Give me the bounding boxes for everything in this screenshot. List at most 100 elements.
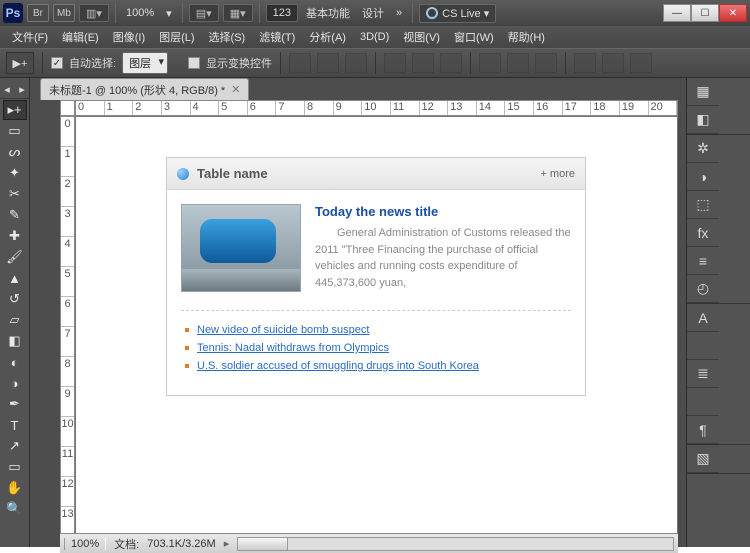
news-link[interactable]: U.S. soldier accused of smuggling drugs … bbox=[197, 360, 479, 372]
zoom-readout[interactable]: 100% bbox=[122, 7, 158, 19]
align-btn-2[interactable] bbox=[317, 53, 339, 73]
align-btn-3[interactable] bbox=[345, 53, 367, 73]
menu-help[interactable]: 帮助(H) bbox=[502, 27, 551, 47]
crop-tool[interactable]: ✂ bbox=[3, 184, 27, 204]
horizontal-scrollbar[interactable] bbox=[237, 537, 674, 551]
panel-swatches-icon[interactable]: ▦ bbox=[687, 78, 719, 106]
document-tab-close-icon[interactable]: ✕ bbox=[231, 83, 240, 96]
panel-masks-icon[interactable]: ◑ bbox=[687, 163, 719, 191]
guides-dropdown[interactable]: ▦▾ bbox=[223, 4, 253, 22]
eyedropper-tool[interactable]: ✎ bbox=[3, 205, 27, 225]
menu-analysis[interactable]: 分析(A) bbox=[303, 27, 352, 47]
ruler-tick: 12 bbox=[61, 477, 74, 507]
align-btn-6[interactable] bbox=[440, 53, 462, 73]
document-tab[interactable]: 未标题-1 @ 100% (形状 4, RGB/8) * ✕ bbox=[40, 78, 249, 101]
active-tool-icon[interactable]: ▶+ bbox=[6, 52, 34, 74]
distribute-btn-5[interactable] bbox=[602, 53, 624, 73]
panel-dock: ▦ ◧ ✲ ◑ ⬚ fx ≡ ◴ A ≣ ¶ ▧ bbox=[686, 78, 750, 547]
panel-paragraph-icon[interactable]: ≣ bbox=[687, 360, 719, 388]
distribute-btn-1[interactable] bbox=[479, 53, 501, 73]
menu-file[interactable]: 文件(F) bbox=[6, 27, 54, 47]
path-select-tool[interactable]: ↗ bbox=[3, 436, 27, 456]
stamp-tool[interactable]: ▲ bbox=[3, 268, 27, 288]
close-button[interactable]: ✕ bbox=[719, 4, 747, 22]
move-tool[interactable]: ▸+ bbox=[3, 100, 27, 120]
align-btn-1[interactable] bbox=[289, 53, 311, 73]
distribute-btn-2[interactable] bbox=[507, 53, 529, 73]
minimize-button[interactable]: — bbox=[663, 4, 691, 22]
blur-tool[interactable]: ◐ bbox=[3, 352, 27, 372]
featured-title[interactable]: Today the news title bbox=[315, 204, 571, 219]
news-link[interactable]: Tennis: Nadal withdraws from Olympics bbox=[197, 342, 389, 354]
distribute-btn-3[interactable] bbox=[535, 53, 557, 73]
numeric-display[interactable]: 123 bbox=[266, 4, 298, 22]
workspace-design[interactable]: 设计 bbox=[358, 5, 388, 21]
distribute-btn-6[interactable] bbox=[630, 53, 652, 73]
brush-tool[interactable]: 🖌 bbox=[3, 247, 27, 267]
panel-history-icon[interactable]: ◴ bbox=[687, 275, 719, 303]
workspace-more-icon[interactable]: » bbox=[392, 7, 406, 19]
ruler-tick: 4 bbox=[191, 101, 220, 115]
canvas[interactable]: Table name + more Today the news title G… bbox=[75, 116, 678, 539]
autoselect-target-dropdown[interactable]: 图层 bbox=[122, 52, 168, 74]
type-tool[interactable]: T bbox=[3, 415, 27, 435]
maximize-button[interactable]: ☐ bbox=[691, 4, 719, 22]
menu-image[interactable]: 图像(I) bbox=[107, 27, 151, 47]
menu-layer[interactable]: 图层(L) bbox=[153, 27, 200, 47]
menu-filter[interactable]: 滤镜(T) bbox=[253, 27, 301, 47]
autoselect-checkbox[interactable]: ✓ bbox=[51, 57, 63, 69]
hand-tool[interactable]: ✋ bbox=[3, 478, 27, 498]
lasso-tool[interactable]: ᔕ bbox=[3, 142, 27, 162]
panel-navigator-icon[interactable]: ▧ bbox=[687, 445, 719, 473]
zoom-caret-icon[interactable]: ▾ bbox=[162, 7, 176, 20]
arrange-dropdown[interactable]: ▤▾ bbox=[189, 4, 219, 22]
news-link[interactable]: New video of suicide bomb suspect bbox=[197, 324, 369, 336]
panel-layers-icon[interactable]: ◧ bbox=[687, 106, 719, 134]
bridge-button[interactable]: Br bbox=[27, 4, 49, 22]
distribute-btn-4[interactable] bbox=[574, 53, 596, 73]
ruler-horizontal[interactable]: 01234567891011121314151617181920 bbox=[75, 100, 678, 116]
dodge-tool[interactable]: ◑ bbox=[3, 373, 27, 393]
gradient-tool[interactable]: ◧ bbox=[3, 331, 27, 351]
panel-glyphs-icon[interactable]: ¶ bbox=[687, 416, 719, 444]
menu-edit[interactable]: 编辑(E) bbox=[56, 27, 105, 47]
transform-controls-checkbox[interactable] bbox=[188, 57, 200, 69]
menu-3d[interactable]: 3D(D) bbox=[354, 29, 395, 45]
panel-adjust-icon[interactable]: ✲ bbox=[687, 135, 719, 163]
panel-spacer bbox=[687, 332, 719, 360]
ruler-tick: 1 bbox=[61, 147, 74, 177]
app-root: Ps Br Mb ▥▾ 100% ▾ ▤▾ ▦▾ 123 基本功能 设计 » C… bbox=[0, 0, 750, 547]
panel-options-icon[interactable]: ≡ bbox=[687, 247, 719, 275]
eraser-tool[interactable]: ▱ bbox=[3, 310, 27, 330]
pen-tool[interactable]: ✒ bbox=[3, 394, 27, 414]
ruler-tick: 19 bbox=[620, 101, 649, 115]
menu-window[interactable]: 窗口(W) bbox=[448, 27, 500, 47]
menu-view[interactable]: 视图(V) bbox=[397, 27, 446, 47]
marquee-tool[interactable]: ▭ bbox=[3, 121, 27, 141]
shape-tool[interactable]: ▭ bbox=[3, 457, 27, 477]
minibridge-button[interactable]: Mb bbox=[53, 4, 75, 22]
featured-row: Today the news title General Administrat… bbox=[181, 204, 571, 292]
screenmode-dropdown[interactable]: ▥▾ bbox=[79, 4, 109, 22]
menu-select[interactable]: 选择(S) bbox=[203, 27, 252, 47]
wand-tool[interactable]: ✦ bbox=[3, 163, 27, 183]
featured-thumbnail[interactable] bbox=[181, 204, 301, 292]
zoom-tool[interactable]: 🔍 bbox=[3, 499, 27, 519]
ruler-tick: 0 bbox=[76, 101, 105, 115]
document-tabstrip: 未标题-1 @ 100% (形状 4, RGB/8) * ✕ bbox=[30, 78, 686, 100]
panel-styles-icon[interactable]: fx bbox=[687, 219, 719, 247]
align-btn-5[interactable] bbox=[412, 53, 434, 73]
panel-character-icon[interactable]: A bbox=[687, 304, 719, 332]
cslive-button[interactable]: CS Live ▾ bbox=[419, 4, 496, 23]
panel-channels-icon[interactable]: ⬚ bbox=[687, 191, 719, 219]
ruler-vertical[interactable]: 012345678910111213 bbox=[60, 116, 75, 539]
toolbox-collapse[interactable]: ◂▸ bbox=[0, 80, 30, 99]
align-btn-4[interactable] bbox=[384, 53, 406, 73]
ruler-tick: 14 bbox=[477, 101, 506, 115]
status-zoom[interactable]: 100% bbox=[64, 538, 106, 550]
scrollbar-thumb[interactable] bbox=[238, 538, 288, 550]
workspace-basic[interactable]: 基本功能 bbox=[302, 5, 354, 21]
history-brush-tool[interactable]: ↺ bbox=[3, 289, 27, 309]
healing-tool[interactable]: ✚ bbox=[3, 226, 27, 246]
card-more-link[interactable]: + more bbox=[540, 168, 575, 180]
